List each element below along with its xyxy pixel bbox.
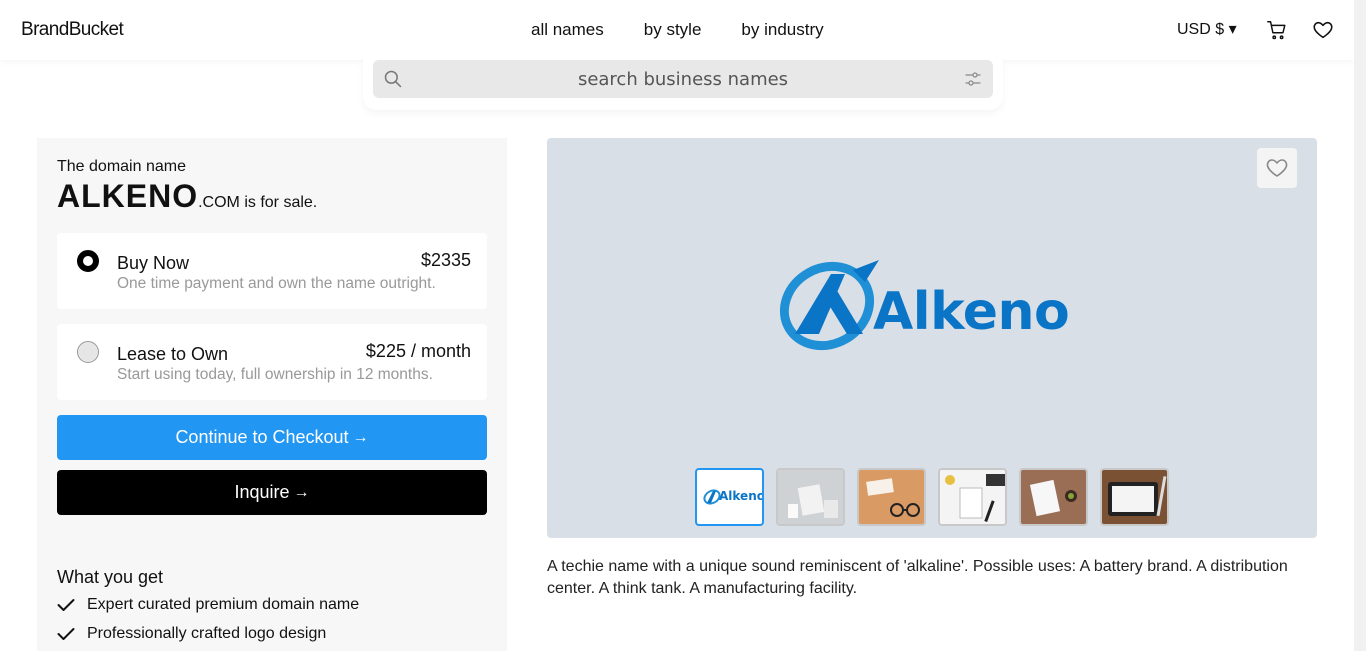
what-you-get-heading: What you get bbox=[57, 567, 164, 587]
nav-by-industry[interactable]: by industry bbox=[741, 20, 823, 40]
currency-selector[interactable]: USD $ ▾ bbox=[1177, 19, 1237, 39]
heart-icon bbox=[1266, 159, 1288, 177]
intro-text: The domain name bbox=[57, 158, 186, 175]
domain-sale-text: is for sale. bbox=[239, 194, 318, 211]
paper-coffee-mockup-image bbox=[1021, 470, 1086, 524]
feature-text: Professionally crafted logo design bbox=[87, 625, 327, 642]
buy-now-description: One time payment and own the name outrig… bbox=[117, 275, 436, 292]
checkout-label: Continue to Checkout bbox=[175, 427, 349, 447]
logo-preview: Alkeno Alkeno bbox=[547, 138, 1317, 538]
lease-price: $225 / month bbox=[365, 341, 471, 361]
heart-icon[interactable] bbox=[1312, 19, 1334, 41]
lease-to-own-option[interactable]: Lease to Own $225 / month Start using to… bbox=[57, 324, 487, 400]
checkmark-icon bbox=[57, 628, 75, 640]
stationery-mockup-image bbox=[778, 470, 843, 524]
cart-icon[interactable] bbox=[1266, 19, 1288, 41]
desk-glasses-mockup-image bbox=[859, 470, 924, 524]
buy-now-radio[interactable] bbox=[77, 250, 99, 272]
domain-tld: .COM bbox=[198, 194, 240, 211]
nav-by-style[interactable]: by style bbox=[644, 20, 702, 40]
favorite-button[interactable] bbox=[1257, 148, 1297, 188]
tablet-mockup-image bbox=[1102, 470, 1167, 524]
page-scrollbar[interactable] bbox=[1354, 0, 1366, 651]
domain-name: ALKENO bbox=[57, 178, 199, 214]
lease-radio[interactable] bbox=[77, 341, 99, 363]
buy-now-title: Buy Now bbox=[117, 253, 190, 273]
arrow-right-icon: → bbox=[293, 483, 310, 501]
top-navigation-bar: BrandBucket all names by style by indust… bbox=[0, 0, 1354, 60]
purchase-panel: The domain name ALKENO.COM is for sale. … bbox=[37, 138, 507, 651]
search-input[interactable] bbox=[413, 60, 953, 98]
inquire-label: Inquire bbox=[234, 482, 290, 502]
feature-item: Expert curated premium domain name bbox=[57, 596, 359, 614]
buy-now-option[interactable]: Buy Now $2335 One time payment and own t… bbox=[57, 233, 487, 309]
arrow-right-icon: → bbox=[352, 428, 369, 446]
thumbnail-notebook-mockup[interactable] bbox=[938, 468, 1007, 526]
main-nav: all names by style by industry bbox=[531, 20, 824, 40]
lease-title: Lease to Own bbox=[117, 344, 229, 364]
thumbnail-stationery-mockup[interactable] bbox=[776, 468, 845, 526]
domain-heading: ALKENO.COM is for sale. bbox=[57, 178, 317, 215]
search-icon[interactable] bbox=[383, 69, 403, 89]
search-box bbox=[373, 60, 993, 98]
brandbucket-logo[interactable]: BrandBucket bbox=[21, 19, 124, 41]
alkeno-logo-text: Alkeno bbox=[873, 282, 1070, 342]
thumbnail-tablet-mockup[interactable] bbox=[1100, 468, 1169, 526]
nav-all-names[interactable]: all names bbox=[531, 20, 604, 40]
thumbnail-logo-text: Alkeno bbox=[719, 489, 764, 503]
name-description: A techie name with a unique sound remini… bbox=[547, 558, 1288, 597]
thumbnail-desk-glasses-mockup[interactable] bbox=[857, 468, 926, 526]
mockup-thumbnails: Alkeno bbox=[695, 468, 1169, 526]
buy-now-price: $2335 bbox=[420, 250, 471, 270]
search-bar-container bbox=[363, 56, 1003, 110]
lease-description: Start using today, full ownership in 12 … bbox=[117, 366, 433, 383]
filter-sliders-icon[interactable] bbox=[965, 71, 981, 87]
thumbnail-logo[interactable]: Alkeno bbox=[695, 468, 764, 526]
feature-text: Expert curated premium domain name bbox=[87, 596, 360, 613]
continue-to-checkout-button[interactable]: Continue to Checkout → bbox=[57, 415, 487, 460]
notebook-mockup-image bbox=[940, 470, 1005, 524]
inquire-button[interactable]: Inquire → bbox=[57, 470, 487, 515]
thumbnail-paper-coffee-mockup[interactable] bbox=[1019, 468, 1088, 526]
feature-item: Professionally crafted logo design bbox=[57, 625, 326, 643]
checkmark-icon bbox=[57, 599, 75, 611]
